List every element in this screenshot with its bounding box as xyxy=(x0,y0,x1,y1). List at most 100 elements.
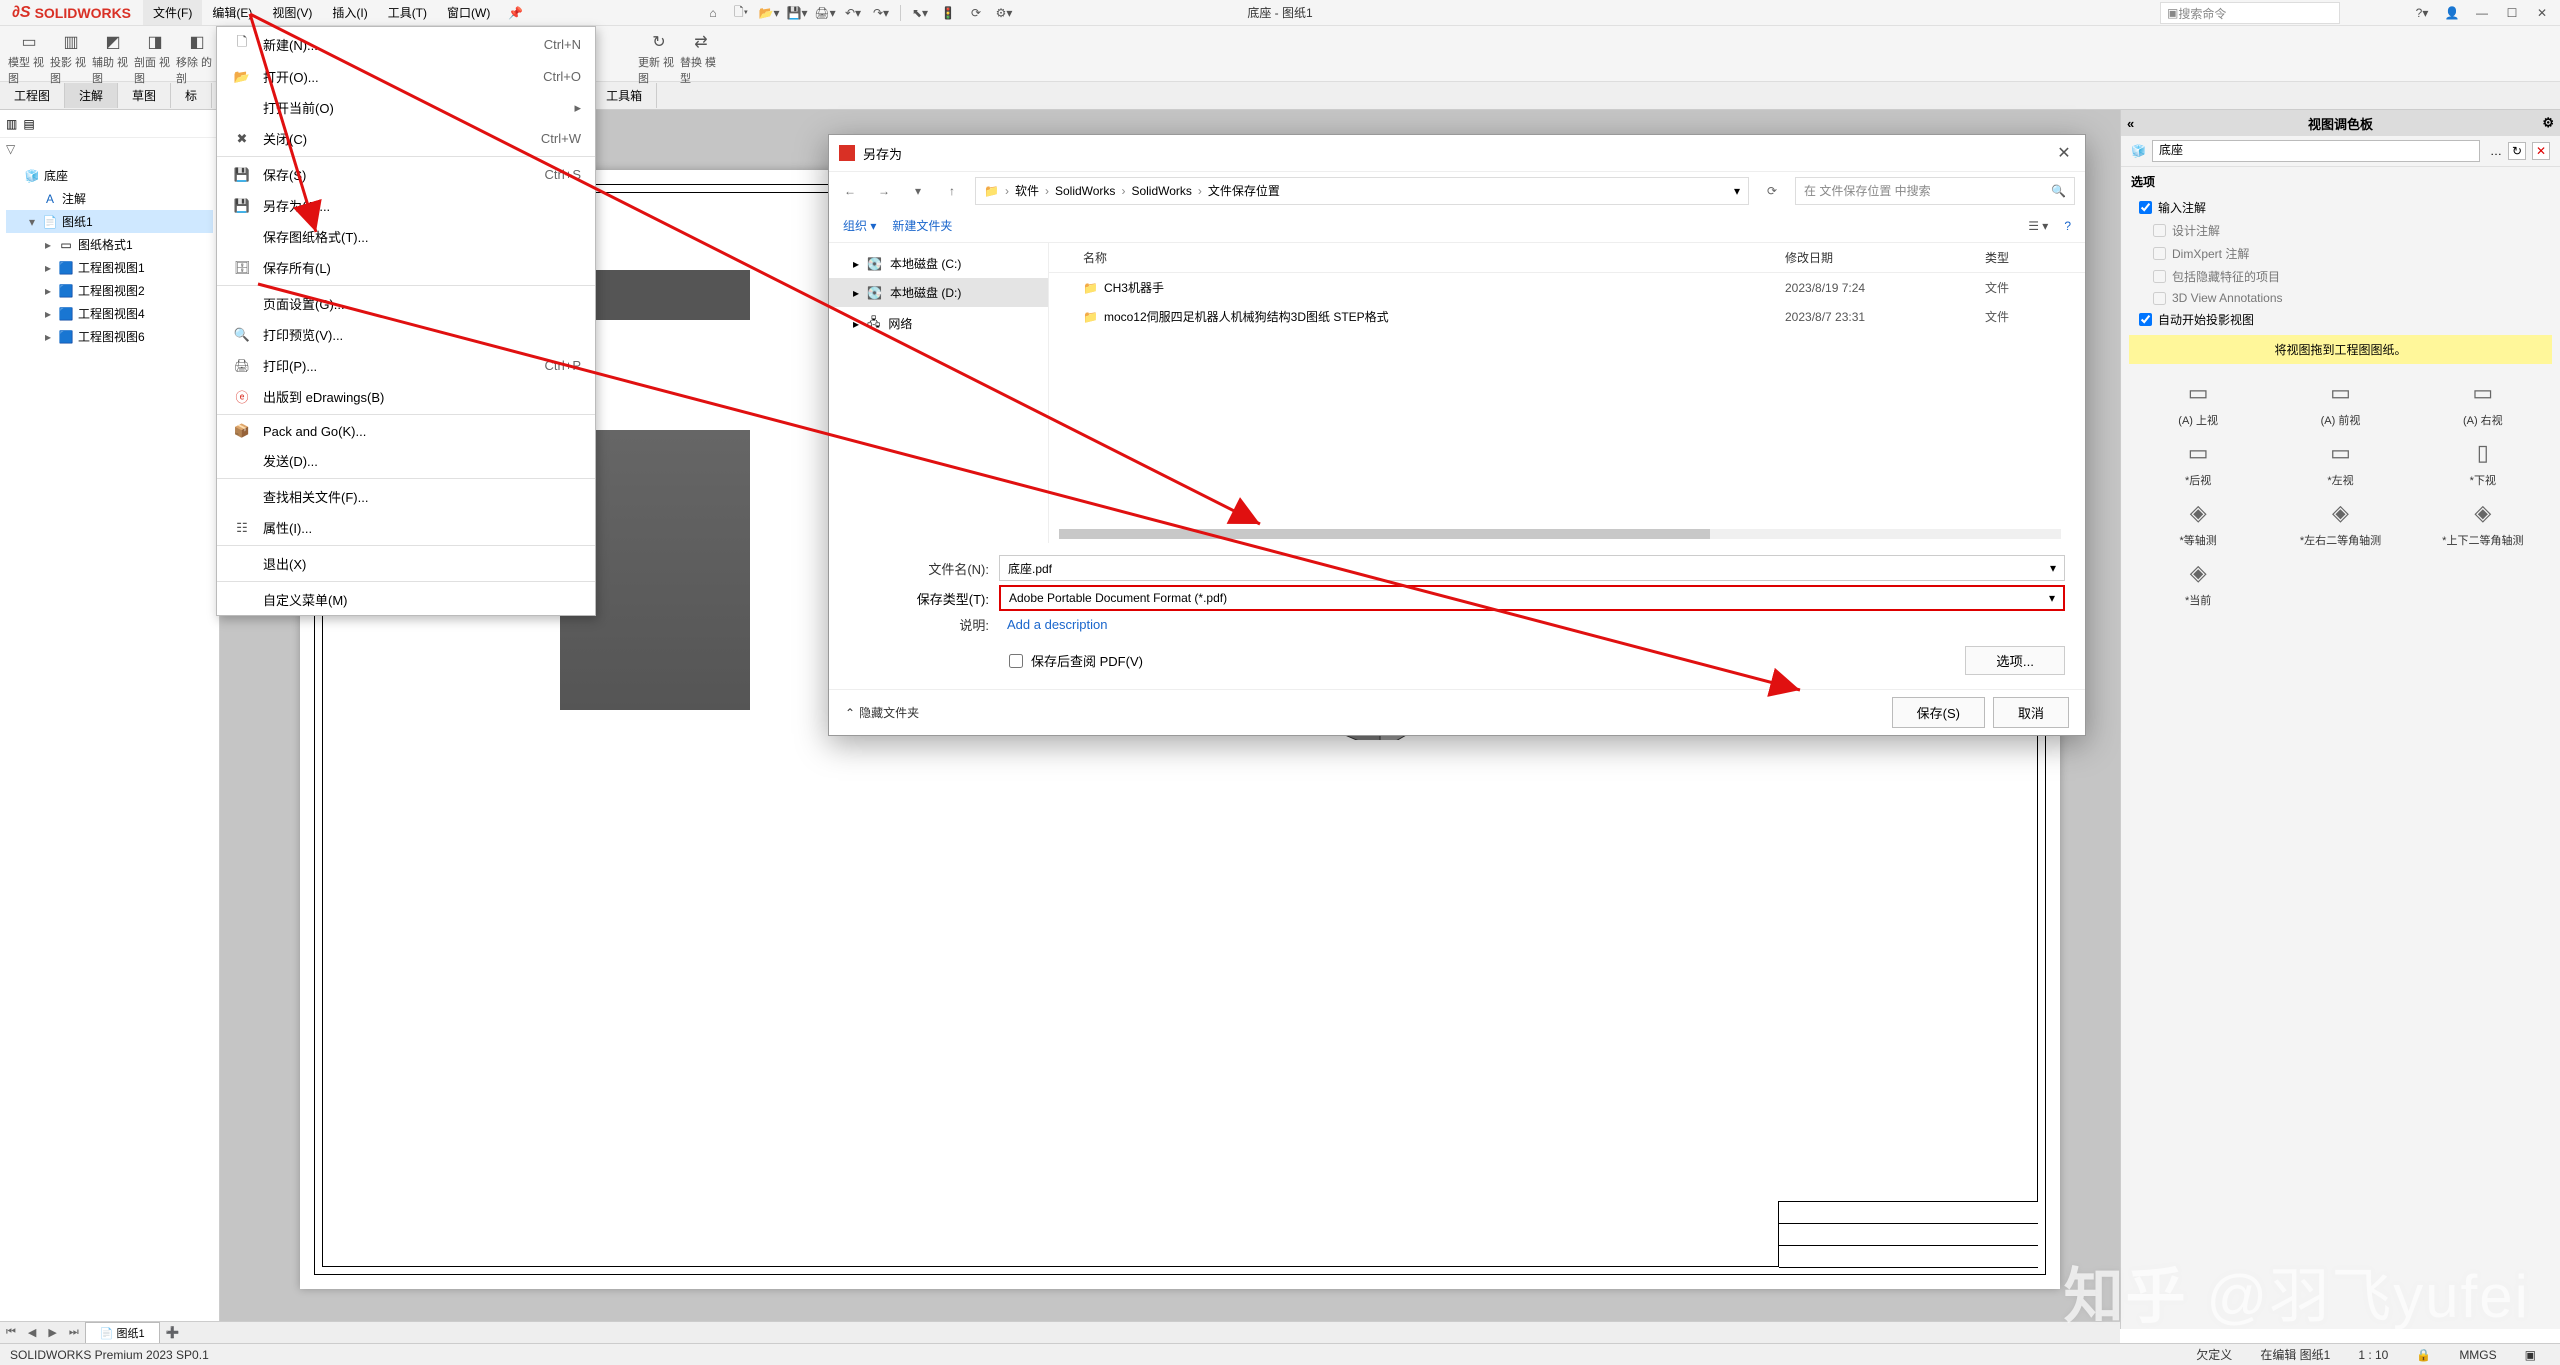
refresh-icon[interactable]: ⟳ xyxy=(1761,180,1783,202)
sheet-tab-1[interactable]: 📄 图纸1 xyxy=(85,1322,160,1343)
chk-import-annot[interactable] xyxy=(2139,201,2152,214)
sheet-next2-icon[interactable]: ▶ xyxy=(42,1326,62,1339)
search-command-box[interactable]: ▣ 搜索命令 xyxy=(2160,2,2340,24)
view-bottom[interactable]: ▯*下视 xyxy=(2414,438,2552,488)
tab-mark[interactable]: 标 xyxy=(171,83,212,108)
file-properties[interactable]: ☷属性(I)... xyxy=(217,512,595,543)
menu-insert[interactable]: 插入(I) xyxy=(322,0,377,25)
help-icon[interactable]: ? xyxy=(2064,219,2071,233)
view-after-save-checkbox[interactable] xyxy=(1009,654,1023,668)
file-save-all[interactable]: 🗄保存所有(L) xyxy=(217,252,595,283)
qat-print-icon[interactable]: 🖨▾ xyxy=(812,2,838,24)
list-row[interactable]: 📁CH3机器手 2023/8/19 7:24文件 xyxy=(1049,273,2085,302)
tree-view1[interactable]: ▸🟦工程图视图1 xyxy=(6,256,213,279)
status-scale[interactable]: 1 : 10 xyxy=(2344,1348,2402,1362)
path-breadcrumb[interactable]: 📁 ›软件 ›SolidWorks ›SolidWorks ›文件保存位置 ▾ xyxy=(975,177,1749,205)
filetype-field[interactable]: Adobe Portable Document Format (*.pdf)▾ xyxy=(999,585,2065,611)
new-folder-button[interactable]: 新建文件夹 xyxy=(892,217,952,234)
view-left[interactable]: ▭*左视 xyxy=(2271,438,2409,488)
menu-edit[interactable]: 编辑(E) xyxy=(202,0,262,25)
nav-up-icon[interactable]: ↑ xyxy=(941,180,963,202)
tree-view2[interactable]: ▸🟦工程图视图2 xyxy=(6,279,213,302)
filter-icon[interactable]: ▽ xyxy=(0,138,219,160)
sheet-next-icon[interactable]: ⏭ xyxy=(63,1326,85,1339)
tab-sketch[interactable]: 草图 xyxy=(118,83,171,108)
ribbon-update-view[interactable]: ↻更新 视图 xyxy=(638,30,680,86)
view-top[interactable]: ▭(A) 上视 xyxy=(2129,378,2267,428)
tree-root[interactable]: 🧊底座 xyxy=(6,164,213,187)
menu-view[interactable]: 视图(V) xyxy=(262,0,322,25)
sheet-prev-icon[interactable]: ⏮ xyxy=(0,1326,22,1339)
tree-sheet-format[interactable]: ▸▭图纸格式1 xyxy=(6,233,213,256)
horizontal-scrollbar[interactable] xyxy=(1059,529,2061,539)
part-select[interactable]: 底座 xyxy=(2152,140,2480,162)
nav-forward-icon[interactable]: → xyxy=(873,180,895,202)
organize-button[interactable]: 组织 ▾ xyxy=(843,217,876,234)
status-units[interactable]: MMGS xyxy=(2445,1348,2510,1362)
ribbon-removed-section[interactable]: ◧移除 的剖 xyxy=(176,30,218,86)
user-icon[interactable]: 👤 xyxy=(2438,2,2466,24)
filename-field[interactable]: 底座.pdf▾ xyxy=(999,555,2065,581)
file-send[interactable]: 发送(D)... xyxy=(217,445,595,476)
qat-redo-icon[interactable]: ↷▾ xyxy=(868,2,894,24)
clear-icon[interactable]: ✕ xyxy=(2532,142,2550,160)
menu-tools[interactable]: 工具(T) xyxy=(378,0,437,25)
qat-home-icon[interactable]: ⌂ xyxy=(700,2,726,24)
help-icon[interactable]: ?▾ xyxy=(2408,2,2436,24)
view-right[interactable]: ▭(A) 右视 xyxy=(2414,378,2552,428)
nav-back-icon[interactable]: ← xyxy=(839,180,861,202)
file-save-as[interactable]: 💾另存为(A)... xyxy=(217,190,595,221)
save-button[interactable]: 保存(S) xyxy=(1892,697,1985,728)
refresh-views-icon[interactable]: ↻ xyxy=(2508,142,2526,160)
file-new[interactable]: 🗋新建(N)...Ctrl+N xyxy=(217,27,595,61)
view-iso[interactable]: ◈*等轴测 xyxy=(2129,498,2267,548)
ribbon-aux-view[interactable]: ◩辅助 视图 xyxy=(92,30,134,86)
file-print-preview[interactable]: 🔍打印预览(V)... xyxy=(217,319,595,350)
qat-settings-icon[interactable]: ⚙▾ xyxy=(991,2,1017,24)
tab-annotation[interactable]: 注解 xyxy=(65,83,118,108)
view-mode-icon[interactable]: ☰ ▾ xyxy=(2028,219,2048,233)
file-open[interactable]: 📂打开(O)...Ctrl+O xyxy=(217,61,595,92)
ribbon-section-view[interactable]: ◨剖面 视图 xyxy=(134,30,176,86)
file-pack-and-go[interactable]: 📦Pack and Go(K)... xyxy=(217,417,595,445)
file-page-setup[interactable]: 页面设置(G)... xyxy=(217,288,595,319)
tab-drawing[interactable]: 工程图 xyxy=(0,83,65,108)
cancel-button[interactable]: 取消 xyxy=(1993,697,2069,728)
expand-icon[interactable]: « xyxy=(2127,116,2134,131)
tree-annotations[interactable]: A注解 xyxy=(6,187,213,210)
file-open-current[interactable]: 打开当前(O)▸ xyxy=(217,92,595,123)
side-disk-c[interactable]: ▸💽本地磁盘 (C:) xyxy=(829,249,1048,278)
gear-icon[interactable]: ⚙ xyxy=(2542,115,2554,131)
pin-icon[interactable]: 📌 xyxy=(500,6,531,20)
list-header[interactable]: 名称修改日期类型 xyxy=(1049,243,2085,273)
nav-recent-icon[interactable]: ▾ xyxy=(907,180,929,202)
add-sheet-icon[interactable]: ➕ xyxy=(160,1326,186,1339)
file-save-format[interactable]: 保存图纸格式(T)... xyxy=(217,221,595,252)
menu-window[interactable]: 窗口(W) xyxy=(437,0,500,25)
tree-tab-2-icon[interactable]: ▤ xyxy=(23,117,34,131)
qat-select-icon[interactable]: ⬉▾ xyxy=(907,2,933,24)
file-save[interactable]: 💾保存(S)Ctrl+S xyxy=(217,159,595,190)
sheet-prev2-icon[interactable]: ◀ xyxy=(22,1326,42,1339)
dialog-close-button[interactable]: ✕ xyxy=(2049,141,2079,165)
dialog-search-box[interactable]: 在 文件保存位置 中搜索 🔍 xyxy=(1795,177,2075,205)
qat-stoplight-icon[interactable]: 🚦 xyxy=(935,2,961,24)
file-exit[interactable]: 退出(X) xyxy=(217,548,595,579)
file-customize[interactable]: 自定义菜单(M) xyxy=(217,584,595,615)
file-find-refs[interactable]: 查找相关文件(F)... xyxy=(217,481,595,512)
description-field[interactable]: Add a description xyxy=(999,617,1107,632)
qat-save-icon[interactable]: 💾▾ xyxy=(784,2,810,24)
file-publish-edrawings[interactable]: ⓔ出版到 eDrawings(B) xyxy=(217,381,595,412)
qat-new-icon[interactable]: 🗋▾ xyxy=(728,2,754,24)
tree-view4[interactable]: ▸🟦工程图视图4 xyxy=(6,302,213,325)
view-dimetric-lr[interactable]: ◈*左右二等角轴测 xyxy=(2271,498,2409,548)
qat-undo-icon[interactable]: ↶▾ xyxy=(840,2,866,24)
tab-toolbox[interactable]: 工具箱 xyxy=(592,83,657,108)
side-network[interactable]: ▸🖧网络 xyxy=(829,307,1048,340)
tree-view6[interactable]: ▸🟦工程图视图6 xyxy=(6,325,213,348)
status-lock-icon[interactable]: 🔒 xyxy=(2402,1348,2445,1362)
file-print[interactable]: 🖨打印(P)...Ctrl+P xyxy=(217,350,595,381)
list-row[interactable]: 📁moco12伺服四足机器人机械狗结构3D图纸 STEP格式 2023/8/7 … xyxy=(1049,302,2085,331)
ribbon-model-view[interactable]: ▭模型 视图 xyxy=(8,30,50,86)
maximize-button[interactable]: ☐ xyxy=(2498,2,2526,24)
